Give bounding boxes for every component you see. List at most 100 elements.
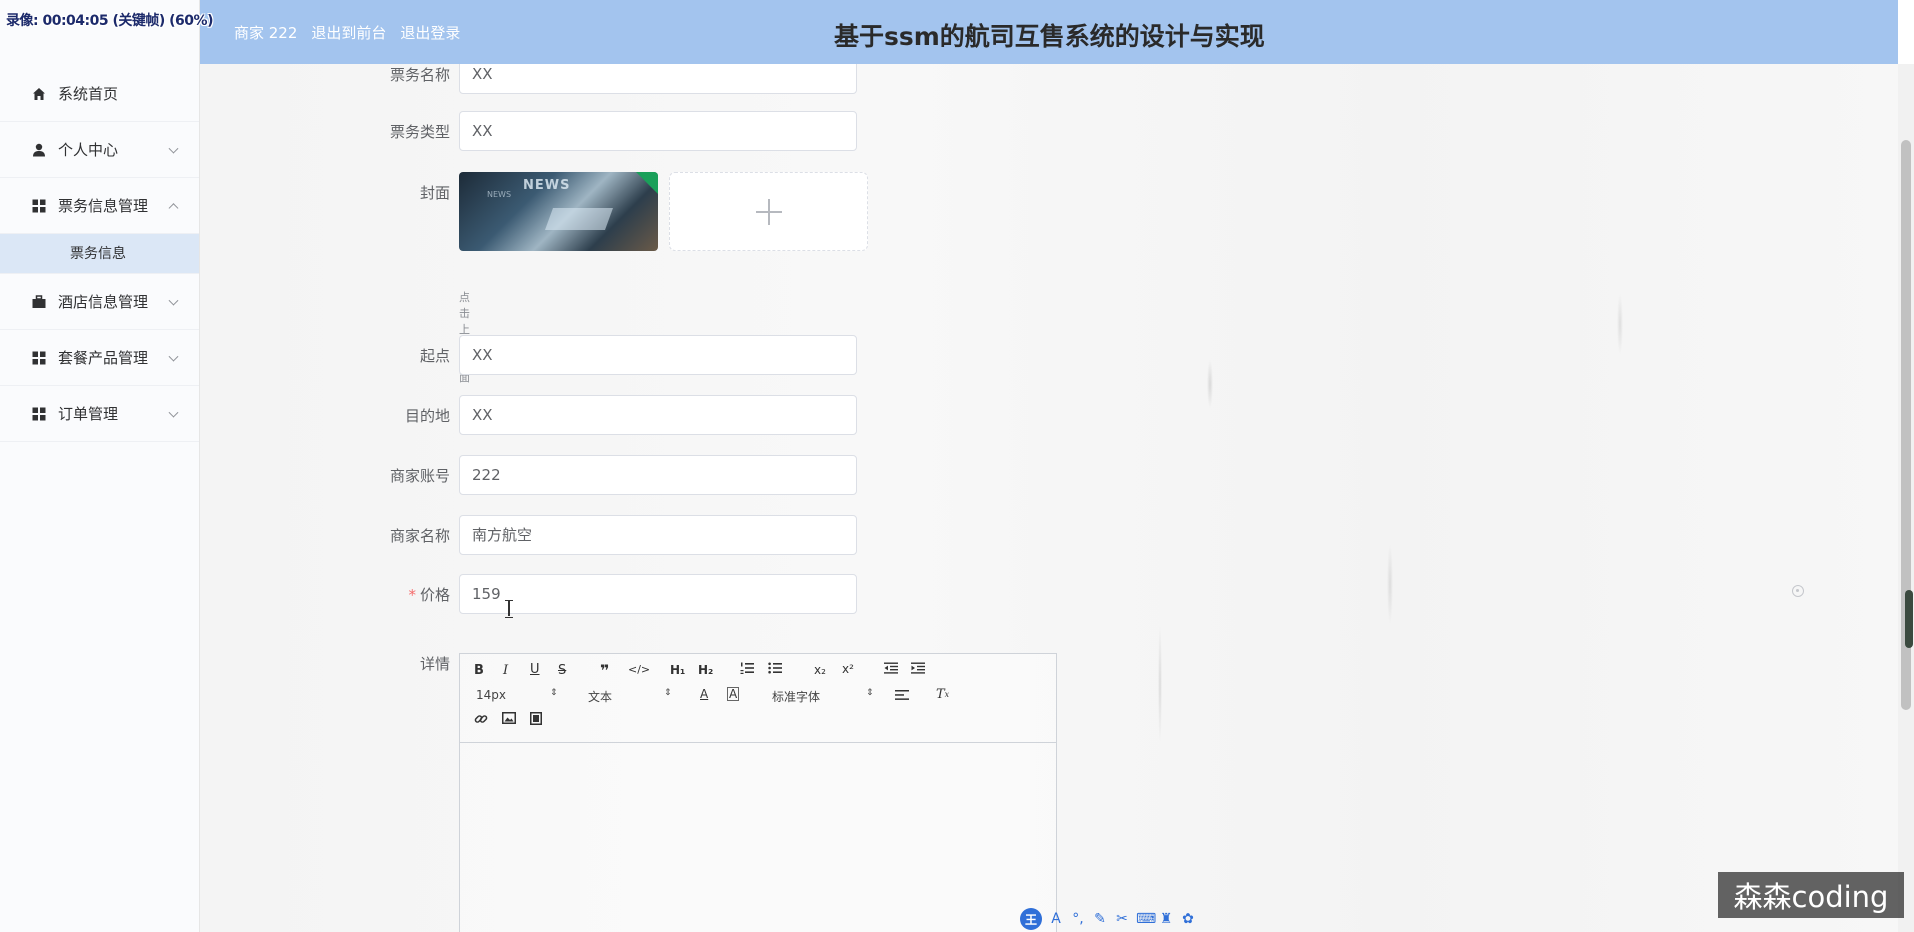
text-cursor-icon — [505, 600, 513, 618]
target-circle-icon — [1792, 585, 1804, 597]
heading2-icon[interactable]: H₂ — [698, 663, 713, 677]
sidebar-subitem-ticket-info[interactable]: 票务信息 — [0, 234, 199, 274]
cover-image-news-text: NEWS — [523, 178, 571, 193]
font-size-select[interactable]: 14px ⇕ — [476, 688, 558, 702]
underline-icon[interactable]: U — [530, 662, 540, 677]
ime-keyboard-icon[interactable]: ⌨ — [1136, 911, 1156, 927]
sidebar-item-label: 票务信息管理 — [58, 197, 149, 215]
sidebar-item-home[interactable]: 系统首页 — [0, 66, 199, 122]
price-label-text: 价格 — [419, 586, 450, 604]
sidebar-item-label: 订单管理 — [58, 405, 119, 423]
ime-scissors-icon[interactable]: ✂ — [1114, 911, 1130, 927]
ordered-list-icon[interactable] — [740, 662, 754, 674]
details-label: 详情 — [419, 655, 450, 673]
merchant-account-input[interactable]: 222 — [459, 455, 857, 495]
header-links: 商家 222 退出到前台 退出登录 — [234, 0, 460, 64]
ticket-type-input[interactable]: XX — [459, 111, 857, 151]
select-arrows-icon: ⇕ — [866, 688, 874, 698]
top-header: 商家 222 退出到前台 退出登录 基于ssm的航司互售系统的设计与实现 — [200, 0, 1898, 64]
laptop-screen-shape — [544, 208, 614, 230]
subscript-icon[interactable]: x₂ — [814, 663, 826, 677]
chevron-down-icon — [168, 143, 179, 154]
merchant-account-label: 商家账号 — [389, 467, 450, 485]
link-icon[interactable] — [474, 712, 488, 726]
font-size-value: 14px — [476, 688, 506, 702]
editor-content-area[interactable] — [460, 743, 1056, 932]
background-color-icon[interactable]: A — [727, 687, 740, 701]
bold-icon[interactable]: B — [474, 663, 484, 678]
blockquote-icon[interactable]: ❞ — [600, 661, 609, 680]
watermark: 森森coding — [1718, 872, 1904, 918]
font-family-select[interactable]: 标准字体 ⇕ — [772, 688, 874, 705]
clear-format-icon[interactable]: Tx — [936, 687, 949, 702]
chevron-up-icon — [168, 202, 179, 213]
briefcase-icon — [32, 294, 46, 309]
sidebar-item-hotels[interactable]: 酒店信息管理 — [0, 274, 199, 330]
editor-toolbar: B I U S ❞ </> H₁ H₂ x₂ x² 14px ⇕ 文本 ⇕ A … — [460, 654, 1056, 743]
image-icon[interactable] — [502, 712, 516, 724]
merchant-name-input[interactable]: 南方航空 — [459, 515, 857, 555]
ime-logo-icon[interactable]: 王 — [1020, 908, 1042, 930]
side-panel-handle[interactable] — [1905, 590, 1913, 648]
code-block-icon[interactable]: </> — [628, 663, 650, 676]
superscript-icon[interactable]: x² — [842, 662, 854, 676]
ime-punctuation-icon[interactable]: °, — [1070, 911, 1086, 927]
ime-font-icon[interactable]: A — [1048, 911, 1064, 927]
remove-corner-badge — [636, 172, 658, 194]
origin-label: 起点 — [419, 347, 450, 365]
sidebar: 录像: 00:04:05 (关键帧) (60%) 系统首页 个人中心 票务信息管 — [0, 0, 213, 932]
outdent-icon[interactable] — [884, 662, 898, 674]
video-icon[interactable] — [530, 712, 542, 725]
paragraph-select[interactable]: 文本 ⇕ — [588, 688, 672, 705]
paragraph-value: 文本 — [588, 690, 613, 704]
ticket-name-input[interactable]: XX — [459, 64, 857, 94]
grid-icon — [32, 351, 46, 365]
select-arrows-icon: ⇕ — [664, 688, 672, 698]
plus-icon — [755, 198, 782, 225]
cover-label: 封面 — [419, 184, 450, 202]
ime-skin-icon[interactable]: ♜ — [1158, 911, 1174, 927]
home-icon — [32, 87, 46, 101]
heading1-icon[interactable]: H₁ — [670, 663, 685, 677]
grid-icon — [32, 407, 46, 421]
sidebar-item-tickets[interactable]: 票务信息管理 — [0, 178, 199, 234]
sidebar-menu: 系统首页 个人中心 票务信息管理 票务信息 酒店信息管理 套餐产品管理 订单管理 — [0, 66, 199, 442]
chevron-down-icon — [168, 295, 179, 306]
sidebar-item-label: 系统首页 — [58, 85, 119, 103]
main-content: 票务名称 XX 票务类型 XX 封面 NEWS NEWS 点击上传封面 起点 — [200, 64, 1898, 932]
price-input[interactable]: 159 — [459, 574, 857, 614]
sidebar-item-profile[interactable]: 个人中心 — [0, 122, 199, 178]
ime-settings-icon[interactable]: ✿ — [1180, 911, 1196, 927]
origin-input[interactable]: XX — [459, 335, 857, 375]
italic-icon[interactable]: I — [503, 663, 508, 678]
cover-image-news-text: NEWS — [487, 190, 512, 199]
cover-upload-button[interactable] — [669, 172, 868, 251]
font-family-value: 标准字体 — [772, 690, 821, 704]
sidebar-item-label: 套餐产品管理 — [58, 349, 149, 367]
font-color-icon[interactable]: A — [700, 687, 708, 701]
ime-toolbar: 王 A °, ✎ ✂ ⌨ ♜ ✿ — [1020, 908, 1196, 930]
rich-text-editor: B I U S ❞ </> H₁ H₂ x₂ x² 14px ⇕ 文本 ⇕ A … — [459, 653, 1057, 932]
sidebar-item-packages[interactable]: 套餐产品管理 — [0, 330, 199, 386]
sidebar-item-orders[interactable]: 订单管理 — [0, 386, 199, 442]
app-root: 录像: 00:04:05 (关键帧) (60%) 系统首页 个人中心 票务信息管 — [0, 0, 1914, 932]
current-user: 商家 222 — [234, 23, 298, 42]
indent-icon[interactable] — [911, 662, 925, 674]
ticket-name-label: 票务名称 — [389, 66, 450, 84]
chevron-down-icon — [168, 407, 179, 418]
sidebar-item-label: 个人中心 — [58, 141, 119, 159]
logout-link[interactable]: 退出登录 — [400, 22, 460, 43]
back-to-front-link[interactable]: 退出到前台 — [311, 22, 386, 43]
page-scrollbar[interactable] — [1898, 64, 1914, 932]
required-asterisk: * — [408, 586, 416, 604]
grid-icon — [32, 199, 46, 213]
ticket-type-label: 票务类型 — [389, 123, 450, 141]
ime-pen-icon[interactable]: ✎ — [1092, 911, 1108, 927]
chevron-down-icon — [168, 351, 179, 362]
align-icon[interactable] — [895, 689, 909, 701]
strikethrough-icon[interactable]: S — [558, 663, 566, 678]
destination-input[interactable]: XX — [459, 395, 857, 435]
bullet-list-icon[interactable] — [768, 662, 782, 674]
cover-image-thumbnail[interactable]: NEWS NEWS — [459, 172, 658, 251]
page-title: 基于ssm的航司互售系统的设计与实现 — [834, 22, 1265, 51]
